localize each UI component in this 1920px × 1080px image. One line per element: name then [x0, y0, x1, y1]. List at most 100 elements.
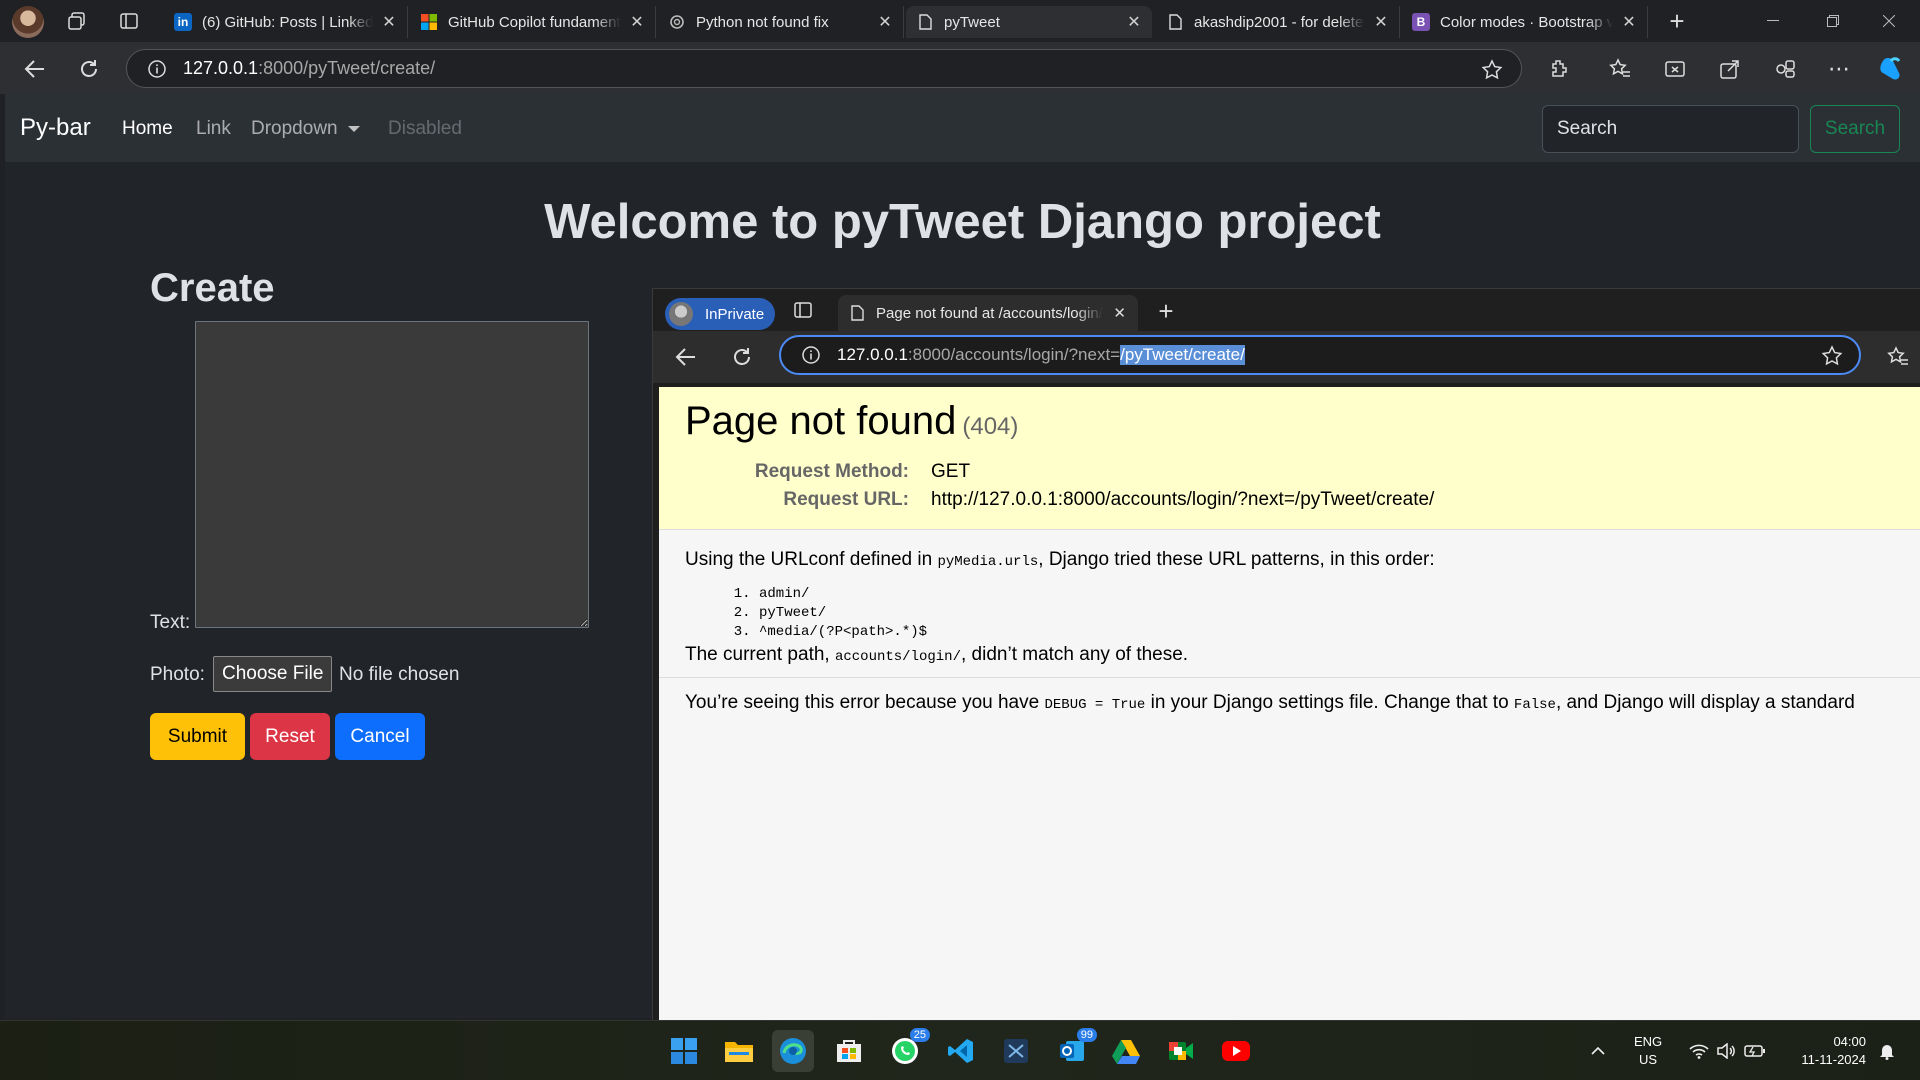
request-method-label: Request Method: — [754, 461, 909, 482]
youtube-icon[interactable] — [1215, 1030, 1257, 1072]
form-title: Create — [150, 266, 275, 310]
vscode-icon[interactable] — [940, 1030, 982, 1072]
urlconf-info: Using the URLconf defined in pyMedia.url… — [685, 549, 1905, 571]
tab-title: akashdip2001 - for delete — [1194, 13, 1364, 31]
wifi-icon[interactable] — [1685, 1030, 1713, 1072]
url-host: 127.0.0.1 — [183, 58, 259, 78]
workspaces-icon[interactable] — [62, 6, 92, 36]
extensions-icon[interactable] — [1542, 52, 1576, 86]
tab-title: GitHub Copilot fundamentals — [448, 13, 621, 31]
tab-page-not-found[interactable]: Page not found at /accounts/login/ ✕ — [838, 295, 1138, 331]
outlook-badge: 99 — [1076, 1028, 1097, 1042]
info-text: in your Django settings file. Change tha… — [1145, 692, 1514, 713]
share-icon[interactable] — [1713, 52, 1747, 86]
screenshot-icon[interactable] — [1658, 52, 1692, 86]
page-icon — [1166, 13, 1184, 31]
collections-icon[interactable] — [1768, 52, 1802, 86]
back-arrow-icon[interactable] — [669, 340, 703, 374]
notification-bell-icon[interactable] — [1872, 1030, 1902, 1072]
page-icon — [916, 13, 934, 31]
tab-bootstrap[interactable]: B Color modes · Bootstrap v5 ✕ — [1402, 6, 1648, 38]
profile-avatar[interactable] — [12, 6, 44, 38]
cancel-button[interactable]: Cancel — [335, 713, 425, 760]
new-tab-icon[interactable]: + — [1662, 6, 1692, 36]
tweet-text-field[interactable] — [195, 321, 589, 628]
reset-button[interactable]: Reset — [250, 713, 330, 760]
close-icon[interactable]: ✕ — [1113, 304, 1126, 322]
favorite-star-icon[interactable] — [1821, 345, 1843, 367]
close-icon[interactable]: ✕ — [877, 14, 893, 31]
url-pattern: pyTweet/ — [759, 604, 927, 623]
choose-file-button[interactable]: Choose File — [213, 656, 333, 692]
tab-akashdip[interactable]: akashdip2001 - for delete ✕ — [1156, 6, 1400, 38]
vertical-tabs-icon[interactable] — [114, 6, 144, 36]
volume-icon[interactable] — [1712, 1030, 1740, 1072]
outlook-icon[interactable]: 99 — [1051, 1028, 1097, 1072]
favorites-icon[interactable] — [1881, 340, 1915, 374]
nav-home[interactable]: Home — [122, 118, 173, 140]
microsoft-icon — [420, 13, 438, 31]
request-url-label: Request URL: — [783, 489, 909, 510]
submit-button[interactable]: Submit — [150, 713, 245, 760]
info-text: , Django tried these URL patterns, in th… — [1038, 549, 1435, 570]
photo-label: Photo: — [150, 664, 205, 685]
info-text: , didn’t match any of these. — [961, 644, 1189, 665]
django-404-page: Page not found (404) Request Method: GET … — [659, 387, 1920, 1021]
error-title-text: Page not found — [685, 399, 957, 443]
error-summary: Page not found (404) Request Method: GET … — [659, 387, 1920, 530]
battery-icon[interactable] — [1740, 1030, 1770, 1072]
clock-time: 04:00 — [1833, 1034, 1866, 1049]
language-indicator[interactable]: ENG US — [1634, 1033, 1662, 1069]
chevron-up-icon[interactable] — [1581, 1030, 1615, 1072]
close-icon[interactable]: ✕ — [1373, 14, 1389, 31]
search-button[interactable]: Search — [1810, 105, 1900, 153]
site-info-icon[interactable] — [147, 59, 167, 79]
snipping-tool-icon[interactable] — [995, 1030, 1037, 1072]
url-selected-text: /pyTweet/create/ — [1120, 345, 1245, 365]
edge-icon[interactable] — [772, 1030, 814, 1072]
refresh-icon[interactable] — [725, 340, 759, 374]
inprivate-address-bar[interactable]: 127.0.0.1:8000/accounts/login/?next=/pyT… — [779, 335, 1861, 375]
system-clock[interactable]: 04:00 11-11-2024 — [1782, 1033, 1866, 1069]
copilot-icon[interactable] — [1874, 52, 1908, 86]
store-icon[interactable] — [828, 1030, 870, 1072]
tab-linkedin[interactable]: in (6) GitHub: Posts | LinkedIn ✕ — [164, 6, 408, 38]
tab-title: pyTweet — [944, 13, 1000, 31]
window-close-icon[interactable] — [1866, 4, 1912, 38]
back-arrow-icon[interactable] — [18, 52, 52, 86]
nav-link[interactable]: Link — [196, 118, 231, 140]
tab-python-fix[interactable]: Python not found fix ✕ — [658, 6, 904, 38]
language-code: ENG — [1634, 1034, 1663, 1049]
error-title: Page not found (404) — [685, 399, 1018, 444]
tab-copilot[interactable]: GitHub Copilot fundamentals ✕ — [410, 6, 656, 38]
file-explorer-icon[interactable] — [718, 1030, 760, 1072]
tab-title: Python not found fix — [696, 13, 829, 31]
vertical-tabs-icon[interactable] — [788, 295, 818, 325]
windows-start-icon[interactable] — [663, 1030, 705, 1072]
minimize-icon[interactable] — [1750, 4, 1796, 38]
refresh-icon[interactable] — [72, 52, 106, 86]
nav-dropdown[interactable]: Dropdown — [251, 118, 360, 140]
site-info-icon[interactable] — [801, 345, 821, 365]
whatsapp-icon[interactable]: 25 — [884, 1028, 930, 1072]
close-icon[interactable]: ✕ — [1621, 14, 1637, 31]
region-code: US — [1639, 1052, 1658, 1067]
close-icon[interactable]: ✕ — [629, 14, 645, 31]
google-meet-icon[interactable] — [1160, 1030, 1202, 1072]
tab-pytweet[interactable]: pyTweet ✕ — [906, 6, 1152, 38]
more-options-icon[interactable]: ⋯ — [1822, 52, 1856, 86]
address-bar[interactable]: 127.0.0.1:8000/pyTweet/create/ — [126, 49, 1522, 88]
info-text: , and Django will display a standard — [1555, 692, 1855, 713]
favorite-star-icon[interactable] — [1481, 59, 1503, 81]
favorites-icon[interactable] — [1603, 52, 1637, 86]
google-drive-icon[interactable] — [1105, 1030, 1147, 1072]
inprivate-badge[interactable]: InPrivate — [665, 298, 775, 330]
close-icon[interactable]: ✕ — [1126, 14, 1142, 31]
navbar-brand[interactable]: Py-bar — [20, 114, 91, 142]
close-icon[interactable]: ✕ — [381, 14, 397, 31]
false-code: False — [1513, 697, 1556, 713]
restore-icon[interactable] — [1810, 4, 1856, 38]
search-input[interactable] — [1542, 105, 1799, 153]
new-tab-icon[interactable]: + — [1151, 296, 1181, 326]
url-path: :8000/accounts/login/?next= — [907, 345, 1121, 364]
